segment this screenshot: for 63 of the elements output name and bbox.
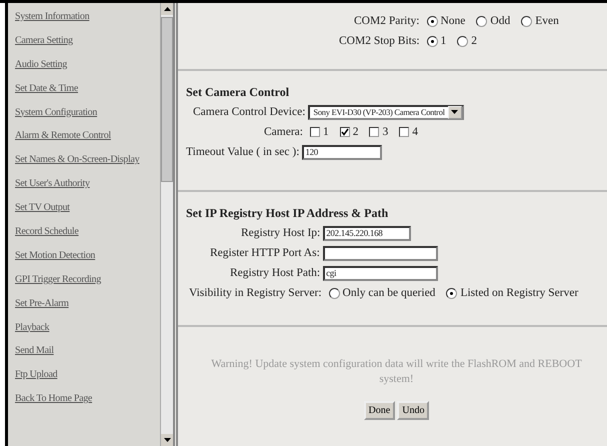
section-title: Set IP Registry Host IP Address & Path: [186, 206, 390, 221]
radio-button[interactable]: [457, 36, 468, 46]
menu-link[interactable]: Alarm & Remote Control: [15, 130, 111, 142]
option-label: 1: [440, 35, 446, 47]
scrollbar[interactable]: [160, 3, 173, 446]
radio-button[interactable]: [426, 16, 438, 26]
menu-link[interactable]: Set Names & On-Screen-Display: [15, 154, 140, 166]
dropdown-arrow-icon: [451, 110, 458, 114]
scroll-up-icon[interactable]: [161, 3, 173, 15]
option-label: Only can be queried: [342, 287, 436, 299]
menu-link[interactable]: Set TV Output: [15, 202, 70, 214]
menu-link[interactable]: Back To Home Page: [15, 393, 92, 404]
dropdown[interactable]: Sony EVI-D30 (VP-203) Camera Control: [308, 104, 464, 120]
input-field[interactable]: 202.145.220.168: [323, 226, 412, 240]
scroll-down-icon[interactable]: [161, 434, 173, 446]
field-label: Timeout Value ( in sec ):: [186, 146, 300, 158]
menu-link[interactable]: Set Date & Time: [15, 82, 78, 94]
menu-link[interactable]: Playback: [15, 322, 50, 333]
form-button[interactable]: Undo: [397, 401, 430, 420]
menu-link[interactable]: System Information: [15, 11, 90, 22]
option-label: Odd: [490, 15, 510, 27]
form-button[interactable]: Done: [364, 401, 396, 420]
option-label: Even: [535, 15, 559, 27]
radio-button[interactable]: [476, 16, 488, 26]
option-label: Listed on Registry Server: [460, 287, 578, 299]
option-label: None: [440, 15, 466, 27]
field-label: Visibility in Registry Server:: [189, 287, 322, 299]
input-field[interactable]: [322, 246, 438, 260]
radio-button[interactable]: [521, 16, 532, 26]
warning-text: Warning! Update system configuration data will write the FlashROM and REBOOT system!: [210, 357, 583, 387]
radio-button[interactable]: [446, 288, 458, 298]
radio-button[interactable]: [328, 288, 340, 298]
menu-link[interactable]: Audio Setting: [15, 58, 67, 70]
input-field[interactable]: 120: [302, 144, 382, 160]
checkbox[interactable]: [340, 127, 350, 137]
section-title: Set Camera Control: [186, 85, 290, 100]
menu-link[interactable]: Record Schedule: [15, 226, 79, 238]
field-label: Register HTTP Port As:: [210, 247, 320, 259]
radio-button[interactable]: [426, 36, 438, 46]
menu-link[interactable]: System Configuration: [15, 106, 98, 118]
checkbox[interactable]: [310, 127, 320, 137]
scroll-thumb[interactable]: [161, 17, 173, 182]
menu-link[interactable]: Camera Setting: [15, 34, 73, 46]
option-label: 2: [471, 35, 478, 47]
field-label: COM2 Parity:: [354, 15, 420, 27]
menu-link[interactable]: Set Motion Detection: [15, 250, 96, 261]
menu-link[interactable]: GPI Trigger Recording: [15, 274, 101, 285]
checkbox[interactable]: [369, 127, 380, 137]
menu-link[interactable]: Set User's Authority: [15, 178, 90, 190]
checkbox[interactable]: [399, 127, 410, 137]
menu-link[interactable]: Ftp Upload: [15, 369, 58, 380]
field-label: COM2 Stop Bits:: [339, 35, 420, 47]
option-label: 4: [412, 126, 418, 138]
input-field[interactable]: cgi: [323, 266, 438, 280]
field-label: Registry Host Path:: [230, 267, 320, 279]
option-label: 1: [322, 126, 329, 138]
menu-link[interactable]: Set Pre-Alarm: [15, 298, 69, 309]
option-label: 3: [382, 126, 388, 138]
menu-link[interactable]: Send Mail: [15, 345, 54, 356]
field-label: Camera:: [264, 126, 303, 138]
field-label: Registry Host Ip:: [241, 227, 320, 239]
field-label: Camera Control Device:: [193, 106, 306, 118]
option-label: 2: [352, 126, 358, 138]
